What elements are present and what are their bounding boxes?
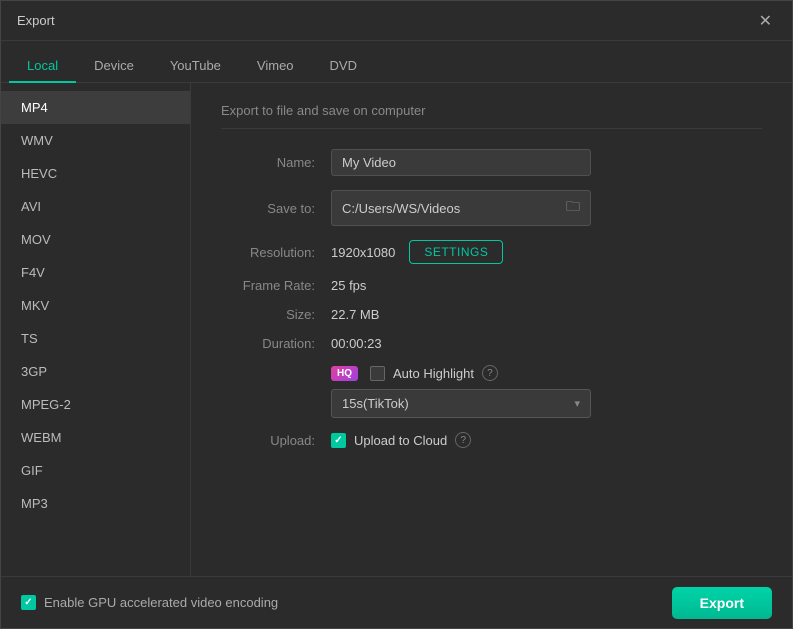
auto-highlight-wrapper: HQ Auto Highlight ? 15s(TikTok) ▾ bbox=[331, 365, 591, 418]
save-to-label: Save to: bbox=[221, 201, 331, 216]
auto-highlight-row: HQ Auto Highlight ? 15s(TikTok) ▾ bbox=[221, 365, 762, 418]
upload-info-icon[interactable]: ? bbox=[455, 432, 471, 448]
auto-highlight-info-icon[interactable]: ? bbox=[482, 365, 498, 381]
sidebar-item-mpeg2[interactable]: MPEG-2 bbox=[1, 388, 190, 421]
title-bar: Export ✕ bbox=[1, 1, 792, 41]
dropdown-arrow-icon: ▾ bbox=[574, 397, 580, 410]
sidebar-item-f4v[interactable]: F4V bbox=[1, 256, 190, 289]
upload-to-cloud-checkbox[interactable] bbox=[331, 433, 346, 448]
sidebar-item-3gp[interactable]: 3GP bbox=[1, 355, 190, 388]
highlight-duration-dropdown[interactable]: 15s(TikTok) ▾ bbox=[331, 389, 591, 418]
tab-bar: Local Device YouTube Vimeo DVD bbox=[1, 41, 792, 83]
folder-icon[interactable]: 🗀 bbox=[566, 196, 580, 220]
sidebar: MP4 WMV HEVC AVI MOV F4V MKV TS 3GP MPEG… bbox=[1, 83, 191, 576]
duration-row: Duration: 00:00:23 bbox=[221, 336, 762, 351]
sidebar-item-mp3[interactable]: MP3 bbox=[1, 487, 190, 520]
settings-button[interactable]: SETTINGS bbox=[409, 240, 503, 264]
save-to-input[interactable]: C:/Users/WS/Videos 🗀 bbox=[331, 190, 591, 226]
size-value: 22.7 MB bbox=[331, 307, 379, 322]
name-label: Name: bbox=[221, 155, 331, 170]
tab-vimeo[interactable]: Vimeo bbox=[239, 50, 312, 83]
duration-label: Duration: bbox=[221, 336, 331, 351]
size-label: Size: bbox=[221, 307, 331, 322]
upload-label: Upload: bbox=[221, 433, 331, 448]
name-row: Name: bbox=[221, 149, 762, 176]
upload-row: Upload: Upload to Cloud ? bbox=[221, 432, 762, 448]
duration-value: 00:00:23 bbox=[331, 336, 382, 351]
tab-youtube[interactable]: YouTube bbox=[152, 50, 239, 83]
frame-rate-value: 25 fps bbox=[331, 278, 366, 293]
name-input[interactable] bbox=[331, 149, 591, 176]
bottom-bar: Enable GPU accelerated video encoding Ex… bbox=[1, 576, 792, 628]
save-to-row: Save to: C:/Users/WS/Videos 🗀 bbox=[221, 190, 762, 226]
sidebar-item-avi[interactable]: AVI bbox=[1, 190, 190, 223]
resolution-value: 1920x1080 bbox=[331, 245, 395, 260]
export-description: Export to file and save on computer bbox=[221, 103, 762, 129]
sidebar-item-mkv[interactable]: MKV bbox=[1, 289, 190, 322]
resolution-row: Resolution: 1920x1080 SETTINGS bbox=[221, 240, 762, 264]
dropdown-value: 15s(TikTok) bbox=[342, 396, 409, 411]
right-panel: Export to file and save on computer Name… bbox=[191, 83, 792, 576]
export-button[interactable]: Export bbox=[672, 587, 772, 619]
sidebar-item-wmv[interactable]: WMV bbox=[1, 124, 190, 157]
resolution-label: Resolution: bbox=[221, 245, 331, 260]
frame-rate-label: Frame Rate: bbox=[221, 278, 331, 293]
tab-local[interactable]: Local bbox=[9, 50, 76, 83]
tab-device[interactable]: Device bbox=[76, 50, 152, 83]
hq-badge: HQ bbox=[331, 366, 358, 381]
upload-check-row: Upload to Cloud ? bbox=[331, 432, 471, 448]
upload-to-cloud-text: Upload to Cloud bbox=[354, 433, 447, 448]
size-row: Size: 22.7 MB bbox=[221, 307, 762, 322]
sidebar-item-hevc[interactable]: HEVC bbox=[1, 157, 190, 190]
sidebar-item-mp4[interactable]: MP4 bbox=[1, 91, 190, 124]
sidebar-item-ts[interactable]: TS bbox=[1, 322, 190, 355]
tab-dvd[interactable]: DVD bbox=[312, 50, 375, 83]
gpu-checkbox[interactable] bbox=[21, 595, 36, 610]
auto-highlight-text: Auto Highlight bbox=[393, 366, 474, 381]
auto-highlight-check-row: HQ Auto Highlight ? bbox=[331, 365, 591, 381]
export-window: Export ✕ Local Device YouTube Vimeo DVD … bbox=[0, 0, 793, 629]
main-content: MP4 WMV HEVC AVI MOV F4V MKV TS 3GP MPEG… bbox=[1, 83, 792, 576]
window-title: Export bbox=[17, 13, 55, 28]
sidebar-item-mov[interactable]: MOV bbox=[1, 223, 190, 256]
gpu-label: Enable GPU accelerated video encoding bbox=[44, 595, 278, 610]
frame-rate-row: Frame Rate: 25 fps bbox=[221, 278, 762, 293]
resolution-value-row: 1920x1080 SETTINGS bbox=[331, 240, 503, 264]
gpu-check-row: Enable GPU accelerated video encoding bbox=[21, 595, 278, 610]
close-button[interactable]: ✕ bbox=[755, 9, 776, 33]
auto-highlight-checkbox[interactable] bbox=[370, 366, 385, 381]
save-to-path: C:/Users/WS/Videos bbox=[342, 201, 566, 216]
sidebar-item-webm[interactable]: WEBM bbox=[1, 421, 190, 454]
sidebar-item-gif[interactable]: GIF bbox=[1, 454, 190, 487]
